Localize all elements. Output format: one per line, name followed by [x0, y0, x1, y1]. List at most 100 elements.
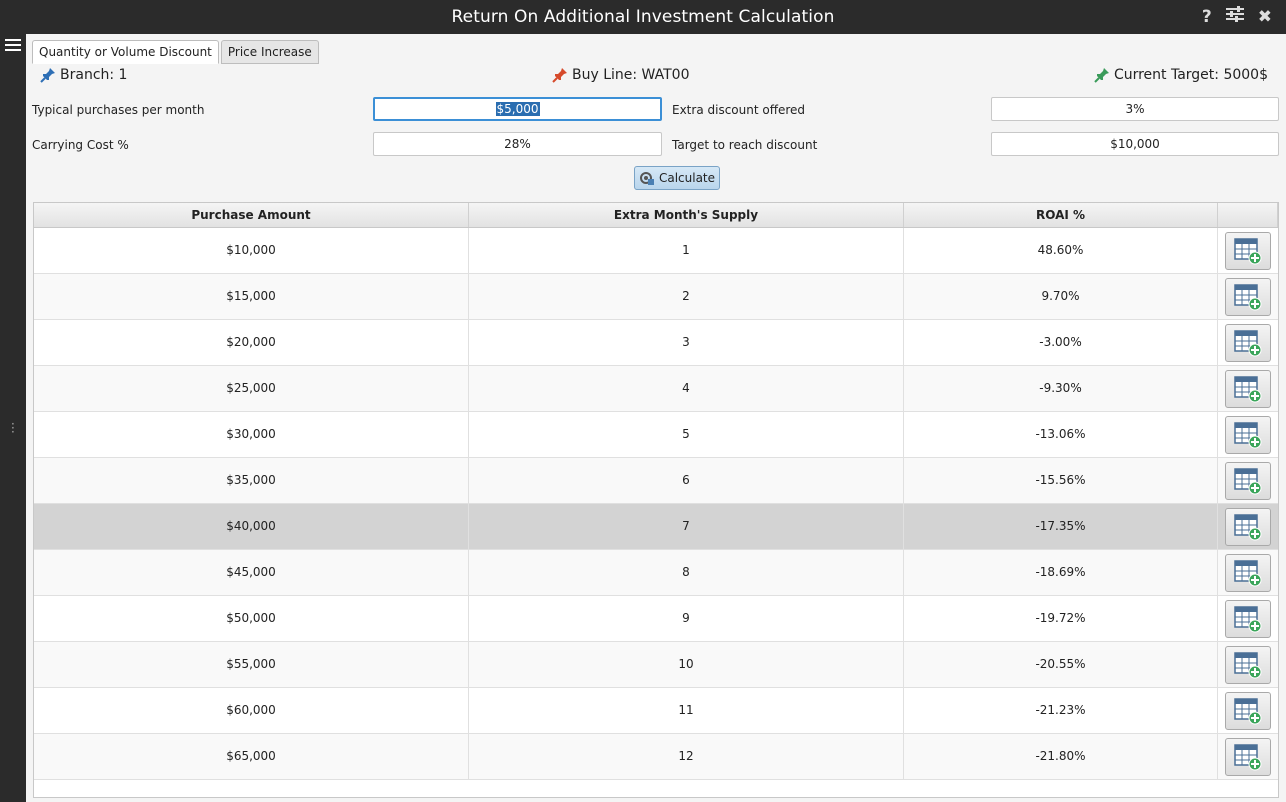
row-action-cell [1218, 734, 1278, 779]
table-add-icon [1234, 651, 1262, 678]
roai-cell: -21.23% [904, 688, 1218, 733]
purchase-amount-cell: $30,000 [34, 412, 469, 457]
table-row[interactable]: $60,000 11 -21.23% [34, 688, 1278, 734]
settings-icon[interactable] [1225, 6, 1244, 27]
purchase-amount-cell: $45,000 [34, 550, 469, 595]
table-row[interactable]: $40,000 7 -17.35% [34, 504, 1278, 550]
table-add-icon [1234, 237, 1262, 264]
typical-purchases-field[interactable]: $5,000 [373, 97, 662, 121]
add-to-table-button[interactable] [1225, 277, 1271, 316]
pin-icon [40, 68, 55, 83]
calculator-gear-icon [639, 172, 654, 185]
extra-months-cell: 1 [469, 228, 904, 273]
add-to-table-button[interactable] [1225, 645, 1271, 684]
table-row[interactable]: $65,000 12 -21.80% [34, 734, 1278, 780]
tab-strip: Quantity or Volume Discount Price Increa… [32, 40, 321, 64]
purchase-amount-cell: $20,000 [34, 320, 469, 365]
purchase-amount-cell: $10,000 [34, 228, 469, 273]
col-extra-months-supply[interactable]: Extra Month's Supply [469, 203, 904, 227]
target-discount-label: Target to reach discount [672, 138, 818, 152]
table-add-icon [1234, 697, 1262, 724]
col-actions [1218, 203, 1278, 227]
roai-cell: -18.69% [904, 550, 1218, 595]
side-panel: · · · [0, 34, 26, 802]
add-to-table-button[interactable] [1225, 691, 1271, 730]
table-row[interactable]: $30,000 5 -13.06% [34, 412, 1278, 458]
branch-info: Branch: 1 [40, 67, 127, 83]
table-add-icon [1234, 513, 1262, 540]
close-icon[interactable]: ✖ [1258, 7, 1272, 27]
tab-quantity-volume-discount[interactable]: Quantity or Volume Discount [32, 40, 219, 64]
target-discount-field[interactable]: $10,000 [991, 132, 1279, 156]
table-add-icon [1234, 329, 1262, 356]
row-action-cell [1218, 274, 1278, 319]
table-add-icon [1234, 559, 1262, 586]
typical-purchases-label: Typical purchases per month [32, 103, 205, 117]
title-bar: Return On Additional Investment Calculat… [0, 0, 1286, 34]
extra-months-cell: 10 [469, 642, 904, 687]
add-to-table-button[interactable] [1225, 369, 1271, 408]
extra-months-cell: 4 [469, 366, 904, 411]
add-to-table-button[interactable] [1225, 323, 1271, 362]
table-row[interactable]: $45,000 8 -18.69% [34, 550, 1278, 596]
add-to-table-button[interactable] [1225, 415, 1271, 454]
table-add-icon [1234, 605, 1262, 632]
purchase-amount-cell: $55,000 [34, 642, 469, 687]
extra-discount-label: Extra discount offered [672, 103, 806, 117]
row-action-cell [1218, 596, 1278, 641]
extra-months-cell: 9 [469, 596, 904, 641]
extra-months-cell: 12 [469, 734, 904, 779]
row-action-cell [1218, 228, 1278, 273]
window-title: Return On Additional Investment Calculat… [451, 7, 835, 27]
extra-months-cell: 7 [469, 504, 904, 549]
table-header: Purchase Amount Extra Month's Supply ROA… [34, 203, 1278, 228]
row-action-cell [1218, 642, 1278, 687]
extra-months-cell: 2 [469, 274, 904, 319]
roai-cell: 48.60% [904, 228, 1218, 273]
row-action-cell [1218, 688, 1278, 733]
purchase-amount-cell: $15,000 [34, 274, 469, 319]
drag-handle-icon[interactable]: · · · [11, 418, 15, 438]
extra-discount-field[interactable]: 3% [991, 97, 1279, 121]
roai-cell: 9.70% [904, 274, 1218, 319]
roai-cell: -17.35% [904, 504, 1218, 549]
extra-months-cell: 8 [469, 550, 904, 595]
table-row[interactable]: $15,000 2 9.70% [34, 274, 1278, 320]
table-row[interactable]: $50,000 9 -19.72% [34, 596, 1278, 642]
purchase-amount-cell: $65,000 [34, 734, 469, 779]
extra-months-cell: 11 [469, 688, 904, 733]
help-icon[interactable]: ? [1202, 7, 1212, 27]
add-to-table-button[interactable] [1225, 553, 1271, 592]
table-add-icon [1234, 283, 1262, 310]
buy-line-label: Buy Line: WAT00 [572, 67, 690, 83]
table-row[interactable]: $55,000 10 -20.55% [34, 642, 1278, 688]
purchase-amount-cell: $50,000 [34, 596, 469, 641]
tab-price-increase[interactable]: Price Increase [220, 40, 319, 64]
row-action-cell [1218, 550, 1278, 595]
calculate-label: Calculate [658, 171, 716, 185]
purchase-amount-cell: $35,000 [34, 458, 469, 503]
add-to-table-button[interactable] [1225, 461, 1271, 500]
table-row[interactable]: $10,000 1 48.60% [34, 228, 1278, 274]
add-to-table-button[interactable] [1225, 599, 1271, 638]
main-content: Quantity or Volume Discount Price Increa… [26, 34, 1286, 802]
col-roai-percent[interactable]: ROAI % [904, 203, 1218, 227]
calculate-button[interactable]: Calculate [634, 166, 720, 190]
roai-cell: -20.55% [904, 642, 1218, 687]
table-row[interactable]: $35,000 6 -15.56% [34, 458, 1278, 504]
add-to-table-button[interactable] [1225, 507, 1271, 546]
roai-cell: -13.06% [904, 412, 1218, 457]
hamburger-menu-icon[interactable] [5, 39, 21, 53]
carrying-cost-field[interactable]: 28% [373, 132, 662, 156]
row-action-cell [1218, 458, 1278, 503]
table-row[interactable]: $25,000 4 -9.30% [34, 366, 1278, 412]
extra-months-cell: 5 [469, 412, 904, 457]
row-action-cell [1218, 504, 1278, 549]
add-to-table-button[interactable] [1225, 737, 1271, 776]
table-row[interactable]: $20,000 3 -3.00% [34, 320, 1278, 366]
col-purchase-amount[interactable]: Purchase Amount [34, 203, 469, 227]
table-add-icon [1234, 743, 1262, 770]
add-to-table-button[interactable] [1225, 231, 1271, 270]
table-add-icon [1234, 467, 1262, 494]
roai-cell: -21.80% [904, 734, 1218, 779]
